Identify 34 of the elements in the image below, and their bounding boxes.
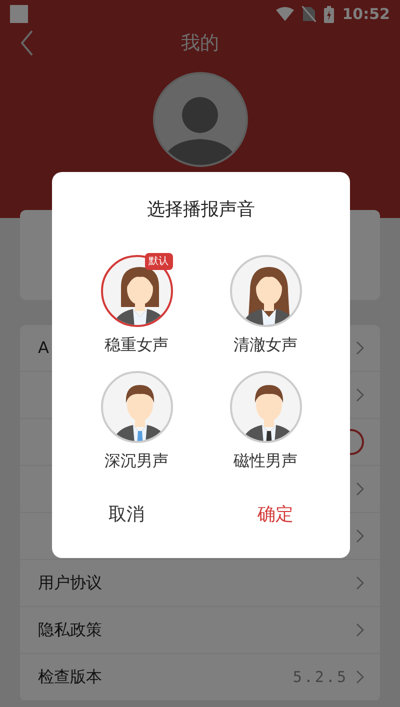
- settings-row[interactable]: 隐私政策: [20, 607, 380, 654]
- voice-label: 磁性男声: [234, 450, 298, 472]
- wifi-icon: [276, 7, 294, 21]
- cancel-button[interactable]: 取消: [88, 495, 164, 534]
- voice-label: 深沉男声: [104, 450, 168, 472]
- settings-row[interactable]: 用户协议: [20, 560, 380, 607]
- row-label: 用户协议: [38, 572, 102, 594]
- notification-icon: [10, 5, 28, 23]
- voice-option[interactable]: 清澈女声: [201, 255, 330, 357]
- chevron-icon: [356, 623, 364, 637]
- chevron-icon: [356, 341, 364, 355]
- chevron-icon: [356, 529, 364, 543]
- row-label: 隐私政策: [38, 619, 102, 641]
- voice-option[interactable]: 磁性男声: [201, 371, 330, 473]
- no-sim-icon: [302, 6, 316, 22]
- page-title: 我的: [181, 30, 219, 56]
- voice-label: 清澈女声: [234, 334, 298, 356]
- settings-row[interactable]: 检查版本 5.2.5: [20, 654, 380, 701]
- voice-option[interactable]: 深沉男声: [72, 371, 201, 473]
- voice-label: 稳重女声: [104, 334, 168, 356]
- chevron-icon: [356, 482, 364, 496]
- confirm-button[interactable]: 确定: [238, 495, 314, 534]
- default-badge: 默认: [144, 253, 172, 270]
- dialog-title: 选择播报声音: [146, 198, 256, 222]
- chevron-icon: [356, 670, 364, 684]
- version-text: 5.2.5: [292, 666, 348, 688]
- voice-option[interactable]: 默认 稳重女声: [72, 255, 201, 357]
- row-label: A: [38, 337, 49, 359]
- row-label: 检查版本: [38, 666, 102, 688]
- battery-icon: [324, 6, 334, 22]
- back-icon: [20, 30, 34, 56]
- status-time: 10:52: [342, 4, 390, 25]
- chevron-icon: [356, 388, 364, 402]
- chevron-icon: [356, 576, 364, 590]
